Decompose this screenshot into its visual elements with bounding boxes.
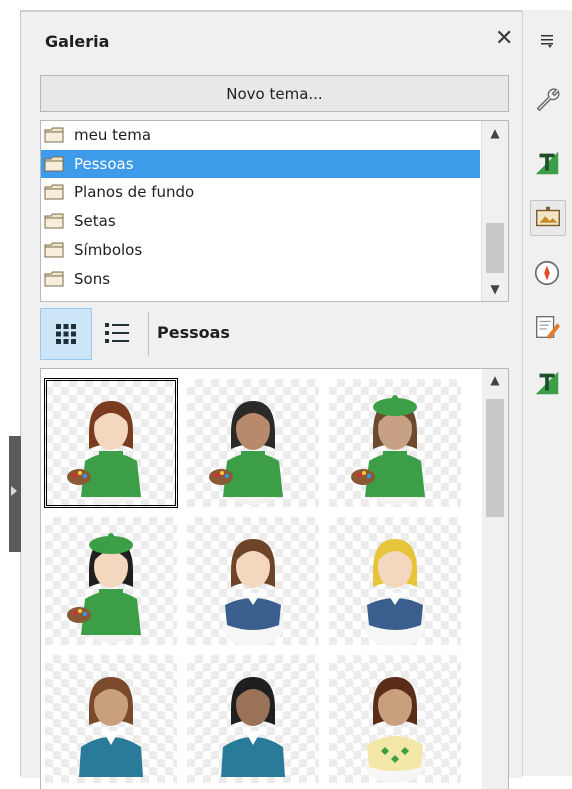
folder-icon <box>44 184 64 200</box>
gallery-item[interactable] <box>44 378 178 508</box>
panel-title: Galeria <box>45 32 110 51</box>
person-blonde-hair-vest-icon <box>365 539 425 645</box>
theme-item[interactable]: meu tema <box>41 121 480 149</box>
gallery-item[interactable] <box>329 379 461 507</box>
gallery-item[interactable] <box>187 655 319 783</box>
gallery-item[interactable] <box>187 379 319 507</box>
painter-beret-male-icon <box>351 395 425 505</box>
theme-item[interactable]: Símbolos <box>41 236 480 264</box>
new-theme-button[interactable]: Novo tema... <box>40 75 509 112</box>
theme-item-label: Símbolos <box>74 240 143 259</box>
deck-button[interactable] <box>530 146 564 180</box>
folder-icon <box>44 127 64 143</box>
theme-item-label: Pessoas <box>74 154 134 173</box>
scroll-down-arrow-icon[interactable]: ▼ <box>482 279 508 299</box>
gallery-item[interactable] <box>329 655 461 783</box>
close-button[interactable]: ✕ <box>495 28 513 50</box>
left-gutter <box>0 0 10 776</box>
theme-list: ▲ ▼ meu tema Pessoas Planos de fundo Setas S… <box>40 120 509 302</box>
page-styles-icon <box>535 371 559 395</box>
deck-button[interactable] <box>530 82 564 116</box>
current-theme-label: Pessoas <box>157 323 230 342</box>
folder-icon <box>44 213 64 229</box>
deck-menu-icon <box>541 35 553 48</box>
detailed-view-icon <box>105 323 129 343</box>
gallery-scrollbar[interactable]: ▲ <box>482 369 508 789</box>
sidebar-deck <box>523 10 572 776</box>
deck-button[interactable] <box>530 310 564 344</box>
scroll-up-arrow-icon[interactable]: ▲ <box>482 123 508 143</box>
theme-item-label: meu tema <box>74 126 152 144</box>
detailed-view-button[interactable] <box>92 308 142 358</box>
styles-icon <box>535 151 559 175</box>
gallery-item[interactable] <box>187 517 319 645</box>
theme-item-label: Planos de fundo <box>74 183 195 202</box>
painter-brown-hair-female-icon <box>67 401 141 505</box>
sidebar-collapse-handle[interactable] <box>9 436 21 552</box>
person-black-ponytail-teal-icon <box>221 677 285 777</box>
painter-dark-hair-female-icon <box>209 401 283 505</box>
theme-item[interactable]: Setas <box>41 207 480 235</box>
gallery-icon <box>536 206 560 227</box>
theme-item[interactable]: Sons <box>41 265 480 293</box>
theme-item-label: Setas <box>74 212 116 231</box>
theme-list-scrollbar[interactable]: ▲ ▼ <box>481 121 508 301</box>
scroll-up-arrow-icon[interactable]: ▲ <box>482 373 508 387</box>
toolbar-divider <box>148 312 149 356</box>
folder-icon <box>44 242 64 258</box>
manage-changes-icon <box>536 316 561 340</box>
folder-icon <box>44 156 64 172</box>
deck-button[interactable] <box>530 200 566 236</box>
deck-menu-button[interactable] <box>534 28 560 54</box>
navigator-icon <box>534 260 560 286</box>
gallery-toolbar: Pessoas <box>40 308 507 362</box>
theme-item[interactable]: Planos de fundo <box>41 178 480 206</box>
deck-button[interactable] <box>530 366 564 400</box>
person-argyle-sweater-icon <box>365 677 425 783</box>
gallery-grid: ▲ <box>40 368 509 789</box>
deck-button[interactable] <box>530 256 564 290</box>
icon-view-icon <box>56 324 76 344</box>
scroll-thumb[interactable] <box>486 399 504 517</box>
folder-icon <box>44 271 64 286</box>
frame-top <box>0 0 572 10</box>
theme-item-label: Sons <box>74 269 111 288</box>
scroll-thumb[interactable] <box>486 223 504 273</box>
person-brown-hair-vest-icon <box>223 539 283 645</box>
gallery-panel: Galeria ✕ Novo tema... ▲ ▼ meu tema Pesso… <box>21 10 522 789</box>
gallery-item[interactable] <box>329 517 461 645</box>
close-icon: ✕ <box>495 26 514 51</box>
theme-item[interactable]: Pessoas <box>41 149 480 178</box>
properties-wrench-icon <box>536 88 560 112</box>
icon-view-button[interactable] <box>40 308 92 360</box>
gallery-item[interactable] <box>45 655 177 783</box>
expand-arrow-icon <box>11 486 17 496</box>
gallery-item[interactable] <box>45 517 177 645</box>
painter-beret-black-hair-icon <box>67 533 141 643</box>
person-ponytail-teal-icon <box>79 677 143 777</box>
